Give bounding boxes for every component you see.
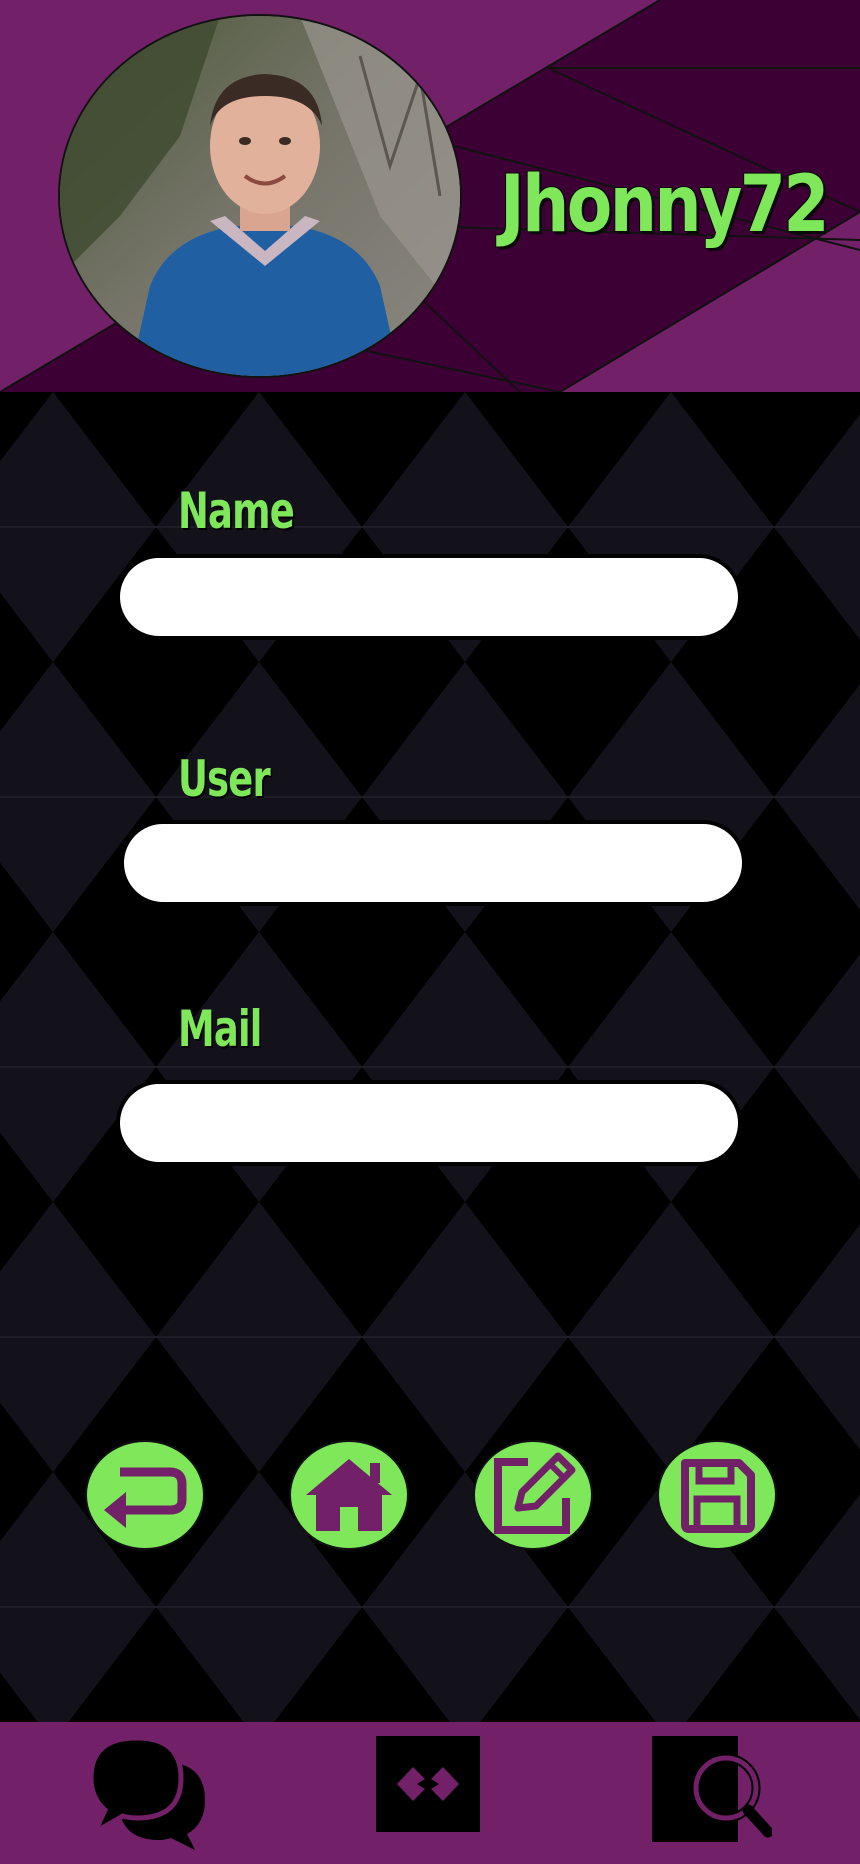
- edit-button[interactable]: [473, 1440, 593, 1550]
- mail-input[interactable]: [116, 1080, 742, 1166]
- profile-header: Jhonny72: [0, 0, 860, 392]
- home-icon: [306, 1459, 392, 1531]
- user-input[interactable]: [120, 820, 746, 906]
- save-button[interactable]: [657, 1440, 777, 1550]
- home-button[interactable]: [289, 1440, 409, 1550]
- chat-icon: [88, 1735, 205, 1850]
- nav-search-button[interactable]: [652, 1736, 772, 1846]
- return-icon: [104, 1467, 187, 1528]
- mail-label: Mail: [178, 1000, 262, 1058]
- name-label: Name: [178, 482, 295, 540]
- code-icon: [397, 1767, 459, 1801]
- name-input[interactable]: [116, 554, 742, 640]
- nav-chat-button[interactable]: [78, 1730, 218, 1854]
- profile-form-area: Name User Mail: [0, 392, 860, 1722]
- nav-code-button[interactable]: [376, 1736, 480, 1832]
- bottom-navigation: [0, 1722, 860, 1864]
- search-icon: [652, 1736, 772, 1842]
- avatar[interactable]: [58, 14, 462, 378]
- save-icon: [681, 1459, 755, 1533]
- back-button[interactable]: [85, 1440, 205, 1550]
- edit-icon: [494, 1452, 576, 1534]
- user-label: User: [178, 750, 271, 808]
- username: Jhonny72: [500, 160, 829, 250]
- avatar-photo: [60, 16, 460, 376]
